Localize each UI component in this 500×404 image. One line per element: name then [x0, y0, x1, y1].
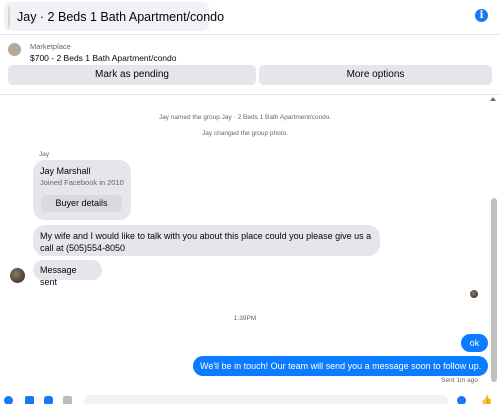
- listing-thumbnail[interactable]: [8, 43, 21, 56]
- system-message: Jay changed the group photo.: [201, 130, 288, 137]
- system-message: Jay named the group Jay · 2 Beds 1 Bath …: [158, 114, 332, 121]
- chat-header: Jay · 2 Beds 1 Bath Apartment/condo i: [0, 0, 500, 34]
- timestamp-separator: 1:39PM: [233, 315, 257, 322]
- gif-icon[interactable]: [63, 396, 72, 404]
- group-avatar: [8, 4, 10, 29]
- emoji-icon[interactable]: [457, 396, 466, 404]
- conversation-title: Jay · 2 Beds 1 Bath Apartment/condo: [17, 9, 225, 24]
- scrollbar-thumb[interactable]: [491, 198, 497, 382]
- profile-joined: Joined Facebook in 2010: [40, 178, 124, 187]
- image-icon[interactable]: [25, 396, 34, 404]
- sender-avatar[interactable]: [10, 268, 25, 283]
- sender-name: Jay: [39, 151, 50, 158]
- more-options-button[interactable]: More options: [259, 65, 492, 85]
- incoming-message: My wife and I would like to talk with yo…: [33, 225, 380, 256]
- like-icon[interactable]: 👍: [481, 396, 492, 404]
- outgoing-message: We'll be in touch! Our team will send yo…: [193, 356, 488, 376]
- header-divider: [0, 34, 500, 35]
- sticker-icon[interactable]: [44, 396, 53, 404]
- outgoing-message: ok: [461, 334, 488, 352]
- marketplace-label: Marketplace: [30, 42, 71, 51]
- buyer-details-button[interactable]: Buyer details: [41, 195, 122, 212]
- sent-status: Sent 1m ago: [441, 377, 478, 384]
- seen-indicator-avatar: [470, 290, 478, 298]
- plus-icon[interactable]: [4, 396, 13, 404]
- listing-title[interactable]: $700 - 2 Beds 1 Bath Apartment/condo: [30, 53, 177, 63]
- conversation-title-button[interactable]: Jay · 2 Beds 1 Bath Apartment/condo: [4, 2, 224, 31]
- composer-bar: 👍: [0, 394, 500, 404]
- scroll-up-arrow-icon[interactable]: [490, 97, 496, 101]
- marketplace-banner: Marketplace $700 - 2 Beds 1 Bath Apartme…: [0, 38, 500, 94]
- info-icon[interactable]: i: [475, 9, 488, 22]
- message-input[interactable]: [84, 395, 448, 404]
- profile-name: Jay Marshall: [40, 166, 91, 176]
- mark-as-pending-button[interactable]: Mark as pending: [8, 65, 256, 85]
- incoming-message: Message sent: [33, 260, 102, 287]
- profile-card: Jay Marshall Joined Facebook in 2010 Buy…: [33, 160, 131, 220]
